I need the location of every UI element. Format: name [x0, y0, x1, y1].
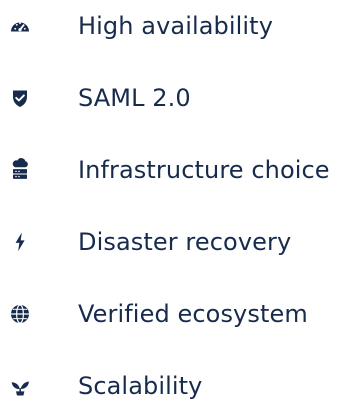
feature-list: High availability SAML 2.0 Infrastructur…: [0, 0, 363, 400]
feature-item-disaster-recovery: Disaster recovery: [0, 220, 363, 264]
feature-item-verified-ecosystem: Verified ecosystem: [0, 292, 363, 336]
speedometer-icon: [8, 14, 32, 38]
feature-label: High availability: [78, 12, 274, 40]
cloud-server-icon: [8, 158, 32, 182]
feature-label: Scalability: [78, 372, 203, 400]
sprout-icon: [8, 374, 32, 398]
feature-item-scalability: Scalability: [0, 364, 363, 408]
globe-icon: [8, 302, 32, 326]
feature-label: Infrastructure choice: [78, 156, 330, 184]
lightning-icon: [8, 230, 32, 254]
feature-item-high-availability: High availability: [0, 4, 363, 48]
feature-label: SAML 2.0: [78, 84, 191, 112]
feature-item-saml: SAML 2.0: [0, 76, 363, 120]
shield-check-icon: [8, 86, 32, 110]
feature-label: Verified ecosystem: [78, 300, 308, 328]
feature-label: Disaster recovery: [78, 228, 292, 256]
feature-item-infrastructure: Infrastructure choice: [0, 148, 363, 192]
